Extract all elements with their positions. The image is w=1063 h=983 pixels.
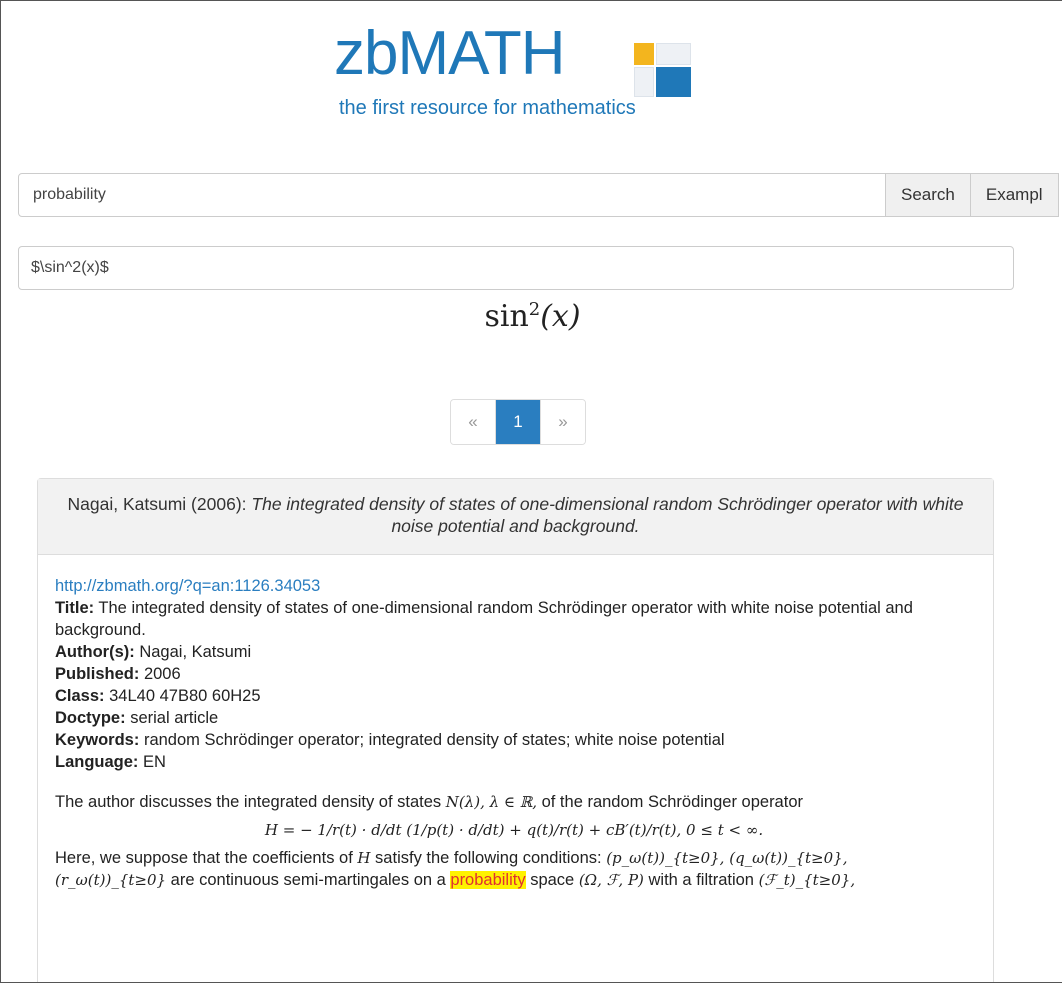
field-keywords: Keywords: random Schrödinger operator; i… [55, 731, 725, 749]
pagination-next[interactable]: » [540, 400, 585, 444]
field-published: Published: 2006 [55, 665, 181, 683]
field-authors: Author(s): Nagai, Katsumi [55, 643, 252, 661]
review-line-1: The author discusses the integrated dens… [55, 793, 803, 811]
review-text: The author discusses the integrated dens… [55, 791, 973, 891]
formula-argument: (x) [540, 299, 581, 334]
logo-wordmark: zbMATH [334, 19, 566, 88]
logo-square-light-2 [634, 67, 654, 97]
logo-square-light [656, 43, 691, 65]
field-title: Title: The integrated density of states … [55, 599, 913, 639]
search-highlight: probability [450, 871, 526, 889]
logo-tagline: the first resource for mathematics [339, 97, 636, 119]
result-panel: Nagai, Katsumi (2006): The integrated de… [37, 478, 994, 982]
result-header-author: Nagai, Katsumi (2006): [67, 494, 247, 514]
result-body: http://zbmath.org/?q=an:1126.34053 Title… [38, 555, 993, 891]
pagination: « 1 » [450, 399, 586, 445]
logo-square-yellow [634, 43, 654, 65]
result-link[interactable]: http://zbmath.org/?q=an:1126.34053 [55, 577, 320, 595]
search-bar: probability Search Exampl [18, 173, 1062, 217]
page-frame: zbMATH the first resource for mathematic… [0, 0, 1062, 983]
search-input[interactable]: probability [18, 173, 886, 217]
pagination-prev[interactable]: « [451, 400, 495, 444]
formula-preview: sin2(x) [1, 299, 1062, 334]
examples-button[interactable]: Exampl [970, 173, 1059, 217]
zbmath-logo[interactable]: zbMATH the first resource for mathematic… [334, 19, 734, 129]
result-header-title: The integrated density of states of one-… [251, 494, 964, 536]
field-class: Class: 34L40 47B80 60H25 [55, 687, 261, 705]
result-header: Nagai, Katsumi (2006): The integrated de… [38, 479, 993, 555]
pagination-page-current[interactable]: 1 [495, 400, 540, 444]
logo-square-blue [656, 67, 691, 97]
search-button[interactable]: Search [886, 173, 971, 217]
review-line-2: Here, we suppose that the coefficients o… [55, 849, 848, 867]
formula-exponent: 2 [528, 299, 541, 320]
formula-input[interactable]: $\sin^2(x)$ [18, 246, 1014, 290]
review-line-3: (r_ω(t))_{t≥0} are continuous semi-marti… [55, 871, 856, 889]
formula-base: sin [484, 299, 529, 334]
field-language: Language: EN [55, 753, 166, 771]
field-doctype: Doctype: serial article [55, 709, 219, 727]
review-display-formula: H = − 1/r(t) · d/dt (1/p(t) · d/dt) + q(… [264, 821, 764, 839]
